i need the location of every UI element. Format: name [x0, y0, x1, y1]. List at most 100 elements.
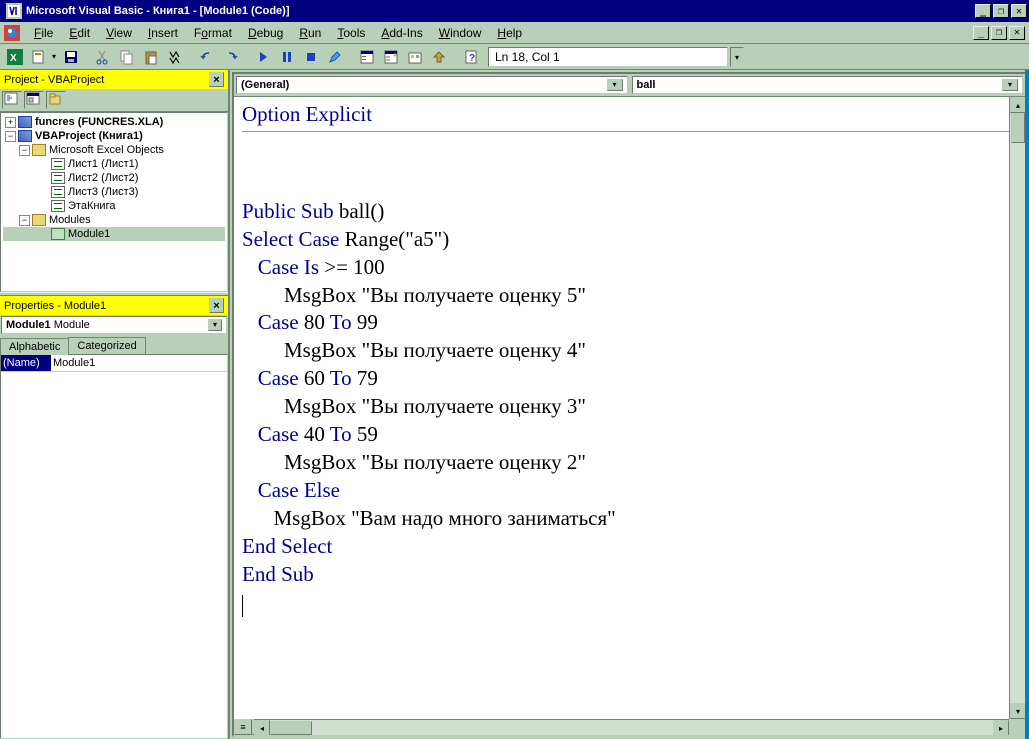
toolbox-button[interactable]	[428, 46, 450, 68]
mdi-close-button[interactable]: ✕	[1009, 26, 1025, 40]
redo-button[interactable]	[220, 46, 242, 68]
find-button[interactable]	[164, 46, 186, 68]
menu-format[interactable]: Format	[186, 24, 240, 42]
tree-project-funcres[interactable]: + funcres (FUNCRES.XLA)	[3, 115, 225, 129]
project-explorer-button[interactable]	[356, 46, 378, 68]
tree-sheet2[interactable]: Лист2 (Лист2)	[3, 171, 225, 185]
main-area: Project - VBAProject × + funcres (FUNCRE…	[0, 70, 1029, 739]
code-window: (General) ▾ ball ▾ Option Explicit Publi…	[232, 72, 1027, 737]
scroll-corner	[1009, 719, 1025, 735]
worksheet-icon	[51, 186, 65, 198]
undo-button[interactable]	[196, 46, 218, 68]
menu-view[interactable]: View	[98, 24, 140, 42]
properties-grid[interactable]: (Name) Module1	[0, 354, 228, 739]
tree-project-vbaproject[interactable]: − VBAProject (Книга1)	[3, 129, 225, 143]
property-value[interactable]: Module1	[51, 355, 227, 371]
project-panel-title-text: Project - VBAProject	[4, 74, 104, 86]
view-excel-button[interactable]: X	[4, 46, 26, 68]
cursor-position-status: Ln 18, Col 1	[488, 47, 728, 67]
scroll-thumb[interactable]	[270, 721, 312, 735]
project-icon	[18, 130, 32, 142]
menu-window[interactable]: Window	[431, 24, 490, 42]
code-navigation-bar: (General) ▾ ball ▾	[234, 74, 1025, 96]
close-button[interactable]: ✕	[1011, 4, 1027, 18]
tab-alphabetic[interactable]: Alphabetic	[0, 338, 69, 355]
minimize-button[interactable]: _	[975, 4, 991, 18]
properties-panel-close-button[interactable]: ×	[209, 298, 224, 313]
property-row-name[interactable]: (Name) Module1	[1, 355, 227, 372]
collapse-icon[interactable]: −	[19, 145, 30, 156]
horizontal-scrollbar[interactable]: ◂ ▸	[254, 719, 1009, 735]
scroll-right-button[interactable]: ▸	[993, 720, 1009, 735]
menu-tools[interactable]: Tools	[329, 24, 373, 42]
properties-title-text: Properties - Module1	[4, 300, 106, 312]
design-mode-button[interactable]	[324, 46, 346, 68]
window-title: Microsoft Visual Basic - Книга1 - [Modul…	[26, 5, 975, 17]
left-panel: Project - VBAProject × + funcres (FUNCRE…	[0, 70, 230, 739]
view-object-button[interactable]	[24, 91, 44, 109]
menu-file[interactable]: File	[26, 24, 61, 42]
collapse-icon[interactable]: −	[5, 131, 16, 142]
expand-icon[interactable]: +	[5, 117, 16, 128]
scroll-up-button[interactable]: ▴	[1010, 97, 1025, 113]
menu-addins[interactable]: Add-Ins	[373, 24, 430, 42]
scroll-thumb[interactable]	[1011, 113, 1025, 143]
run-button[interactable]	[252, 46, 274, 68]
properties-panel: Properties - Module1 × Module1 Module ▾ …	[0, 296, 228, 739]
object-browser-button[interactable]	[404, 46, 426, 68]
reset-button[interactable]	[300, 46, 322, 68]
module-icon	[51, 228, 65, 240]
mdi-minimize-button[interactable]: _	[973, 26, 989, 40]
save-button[interactable]	[60, 46, 82, 68]
maximize-button[interactable]: ❐	[993, 4, 1009, 18]
code-editor[interactable]: Option Explicit Public Sub ball() Select…	[234, 96, 1025, 735]
tab-categorized[interactable]: Categorized	[68, 337, 145, 354]
menu-edit[interactable]: Edit	[61, 24, 98, 42]
collapse-icon[interactable]: −	[19, 215, 30, 226]
tree-sheet1[interactable]: Лист1 (Лист1)	[3, 157, 225, 171]
menu-insert[interactable]: Insert	[140, 24, 186, 42]
tree-folder-excel-objects[interactable]: − Microsoft Excel Objects	[3, 143, 225, 157]
procedure-combo[interactable]: ball ▾	[632, 76, 1024, 94]
project-tree[interactable]: + funcres (FUNCRES.XLA) − VBAProject (Кн…	[0, 112, 228, 292]
paste-button[interactable]	[140, 46, 162, 68]
scroll-down-button[interactable]: ▾	[1010, 703, 1025, 719]
status-dropdown[interactable]: ▾	[730, 47, 744, 67]
object-combo[interactable]: (General) ▾	[236, 76, 628, 94]
properties-object-combo[interactable]: Module1 Module ▾	[1, 316, 227, 334]
tree-module1[interactable]: Module1	[3, 227, 225, 241]
vertical-scrollbar[interactable]: ▴ ▾	[1009, 97, 1025, 719]
folder-icon	[32, 144, 46, 156]
project-panel-title: Project - VBAProject ×	[0, 70, 228, 89]
help-button[interactable]: ?	[460, 46, 482, 68]
titlebar: Microsoft Visual Basic - Книга1 - [Modul…	[0, 0, 1029, 22]
window-resize-edge[interactable]	[1025, 70, 1029, 739]
break-button[interactable]	[276, 46, 298, 68]
view-code-button[interactable]	[2, 91, 22, 109]
menu-run[interactable]: Run	[291, 24, 329, 42]
menu-help[interactable]: Help	[489, 24, 530, 42]
property-key: (Name)	[1, 355, 51, 371]
workbook-icon	[51, 200, 65, 212]
scroll-left-button[interactable]: ◂	[254, 720, 270, 735]
tree-sheet3[interactable]: Лист3 (Лист3)	[3, 185, 225, 199]
cut-button[interactable]	[92, 46, 114, 68]
toggle-folders-button[interactable]	[46, 91, 66, 109]
tree-folder-modules[interactable]: − Modules	[3, 213, 225, 227]
worksheet-icon	[51, 172, 65, 184]
dropdown-arrow-icon[interactable]: ▾	[208, 319, 222, 331]
tree-thisworkbook[interactable]: ЭтаКнига	[3, 199, 225, 213]
copy-button[interactable]	[116, 46, 138, 68]
dropdown-arrow-icon[interactable]: ▾	[1002, 79, 1018, 91]
properties-window-button[interactable]	[380, 46, 402, 68]
dropdown-arrow-icon[interactable]: ▾	[52, 52, 58, 61]
mdi-restore-button[interactable]: ❐	[991, 26, 1007, 40]
menu-debug[interactable]: Debug	[240, 24, 291, 42]
worksheet-icon	[51, 158, 65, 170]
project-panel-close-button[interactable]: ×	[209, 72, 224, 87]
properties-tabs: Alphabetic Categorized	[0, 335, 228, 354]
procedure-view-button[interactable]: ≡	[234, 719, 252, 735]
dropdown-arrow-icon[interactable]: ▾	[607, 79, 623, 91]
project-panel-toolbar	[0, 89, 228, 112]
insert-button[interactable]	[28, 46, 50, 68]
